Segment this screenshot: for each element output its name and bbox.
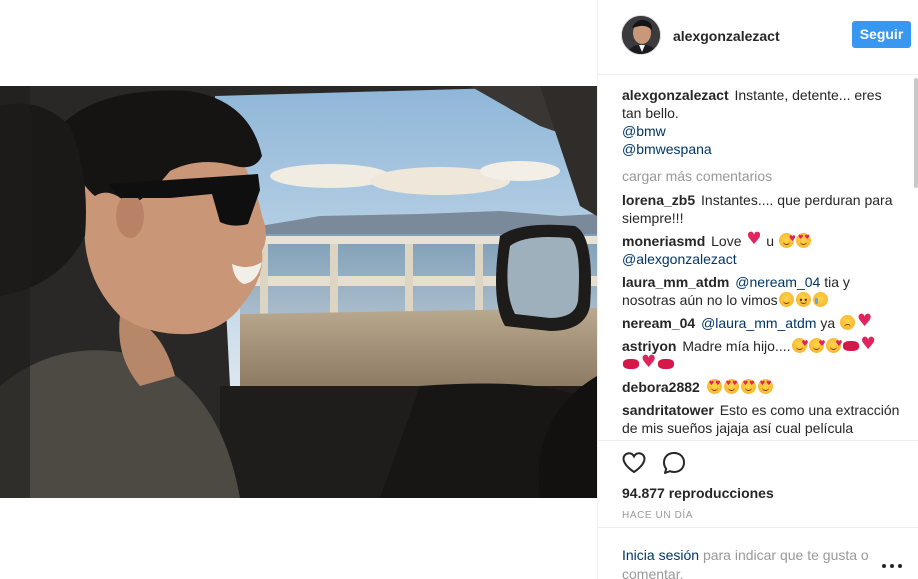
comment-item: debora2882 — [622, 378, 902, 396]
rolling-eyes-emoji-icon — [795, 292, 811, 310]
comment-mention[interactable]: @alexgonzalezact — [622, 251, 737, 267]
comments-scrollbar[interactable] — [914, 78, 918, 188]
kiss-lips-emoji-icon — [658, 359, 674, 369]
login-link[interactable]: Inicia sesión — [622, 547, 699, 563]
caption-username[interactable]: alexgonzalezact — [622, 87, 729, 103]
heart-outline-icon[interactable] — [621, 450, 647, 476]
kiss-lips-emoji-icon — [842, 341, 859, 351]
comment-item: sandritatower Esto es como una extracció… — [622, 401, 902, 437]
heart-eyes-emoji-icon — [706, 379, 722, 394]
comment-text: Love — [711, 233, 742, 249]
comment-text: ya — [820, 315, 836, 331]
heart-eyes-emoji-icon — [757, 379, 773, 394]
caption-mention-bmwespana[interactable]: @bmwespana — [622, 141, 712, 157]
comment-username[interactable]: moneriasmd — [622, 233, 705, 249]
comment-item: laura_mm_atdm @neream_04 tia y nosotras … — [622, 273, 902, 310]
crying-face-emoji-icon — [812, 292, 828, 307]
red-heart-emoji-icon — [861, 336, 876, 353]
disappointed-face-emoji-icon — [840, 315, 856, 330]
caption-mention-bmw[interactable]: @bmw — [622, 123, 666, 139]
comment-mention[interactable]: @laura_mm_atdm — [701, 315, 816, 331]
comment-username[interactable]: sandritatower — [622, 402, 714, 418]
comment-item: moneriasmd Love u @alexgonzalezact — [622, 230, 902, 268]
red-heart-emoji-icon — [641, 354, 656, 371]
login-prompt-text: Inicia sesión para indicar que te gusta … — [622, 546, 892, 579]
comment-username[interactable]: laura_mm_atdm — [622, 274, 729, 290]
post-actions: 94.877 reproducciones HACE UN DÍA — [598, 440, 918, 530]
comment-text: Madre mía hijo.... — [682, 338, 791, 354]
comment-item: lorena_zb5 Instantes.... que perduran pa… — [622, 191, 902, 227]
comment-text: u — [766, 233, 775, 249]
kiss-face-emoji-icon — [825, 335, 843, 353]
heart-eyes-emoji-icon — [740, 379, 756, 394]
comment-item: neream_04 @laura_mm_atdm ya — [622, 313, 902, 332]
view-count-label: reproducciones — [668, 485, 774, 501]
heart-eyes-emoji-icon — [723, 379, 739, 394]
red-heart-emoji-icon — [857, 313, 872, 330]
post-caption: alexgonzalezact Instante, detente... ere… — [622, 86, 902, 158]
comment-username[interactable]: neream_04 — [622, 315, 695, 331]
media-area — [0, 0, 597, 579]
post-sidebar: alexgonzalezact Seguir alexgonzalezact I… — [597, 0, 918, 579]
kiss-lips-emoji-icon — [623, 359, 639, 369]
follow-button[interactable]: Seguir — [852, 21, 911, 48]
view-count: 94.877 reproducciones — [622, 485, 774, 501]
post-timestamp[interactable]: HACE UN DÍA — [622, 510, 693, 521]
comments-list[interactable]: alexgonzalezact Instante, detente... ere… — [622, 86, 902, 440]
more-options-icon[interactable] — [880, 561, 904, 571]
smirk-face-emoji-icon — [778, 292, 794, 307]
load-more-comments-button[interactable]: cargar más comentarios — [622, 167, 902, 185]
heart-eyes-emoji-icon — [795, 233, 811, 248]
post-header: alexgonzalezact Seguir — [598, 0, 918, 75]
kiss-face-emoji-icon — [808, 335, 826, 353]
view-count-number: 94.877 — [622, 485, 665, 501]
video-player[interactable] — [0, 86, 597, 498]
login-prompt: Inicia sesión para indicar que te gusta … — [598, 527, 918, 579]
comment-mention[interactable]: @neream_04 — [735, 274, 820, 290]
video-thumbnail — [0, 86, 597, 498]
comment-username[interactable]: lorena_zb5 — [622, 192, 695, 208]
kiss-face-emoji-icon — [791, 335, 809, 353]
kiss-face-emoji-icon — [778, 230, 796, 248]
header-username[interactable]: alexgonzalezact — [673, 28, 780, 44]
avatar[interactable] — [621, 15, 661, 55]
speech-bubble-icon[interactable] — [661, 450, 687, 476]
comment-username[interactable]: debora2882 — [622, 379, 700, 395]
red-heart-emoji-icon — [746, 231, 761, 248]
comment-item: astriyon Madre mía hijo.... — [622, 335, 902, 373]
